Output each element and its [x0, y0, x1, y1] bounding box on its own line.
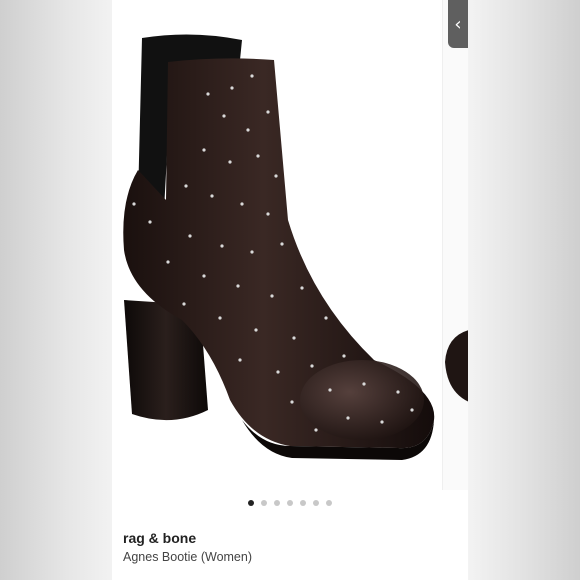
- chevron-left-icon: ‹: [454, 13, 462, 35]
- boot-image: [123, 34, 435, 460]
- pagination-dot[interactable]: [300, 500, 306, 506]
- pagination-dot[interactable]: [326, 500, 332, 506]
- previous-slide-button[interactable]: ‹: [448, 0, 468, 48]
- background-left: [0, 0, 112, 580]
- product-image-carousel[interactable]: [112, 0, 468, 490]
- pagination-dot[interactable]: [274, 500, 280, 506]
- next-slide-peek[interactable]: [442, 0, 468, 490]
- product-name: Agnes Bootie (Women): [123, 550, 252, 564]
- product-card: ‹ rag & bone Agnes Bootie (Women): [112, 0, 468, 580]
- pagination-dot[interactable]: [287, 500, 293, 506]
- pagination-dot[interactable]: [313, 500, 319, 506]
- product-brand: rag & bone: [123, 530, 197, 546]
- pagination-dot[interactable]: [261, 500, 267, 506]
- next-boot-toe-image: [445, 330, 468, 402]
- pagination-dot[interactable]: [248, 500, 254, 506]
- background-right: [468, 0, 580, 580]
- carousel-pagination: [112, 500, 468, 512]
